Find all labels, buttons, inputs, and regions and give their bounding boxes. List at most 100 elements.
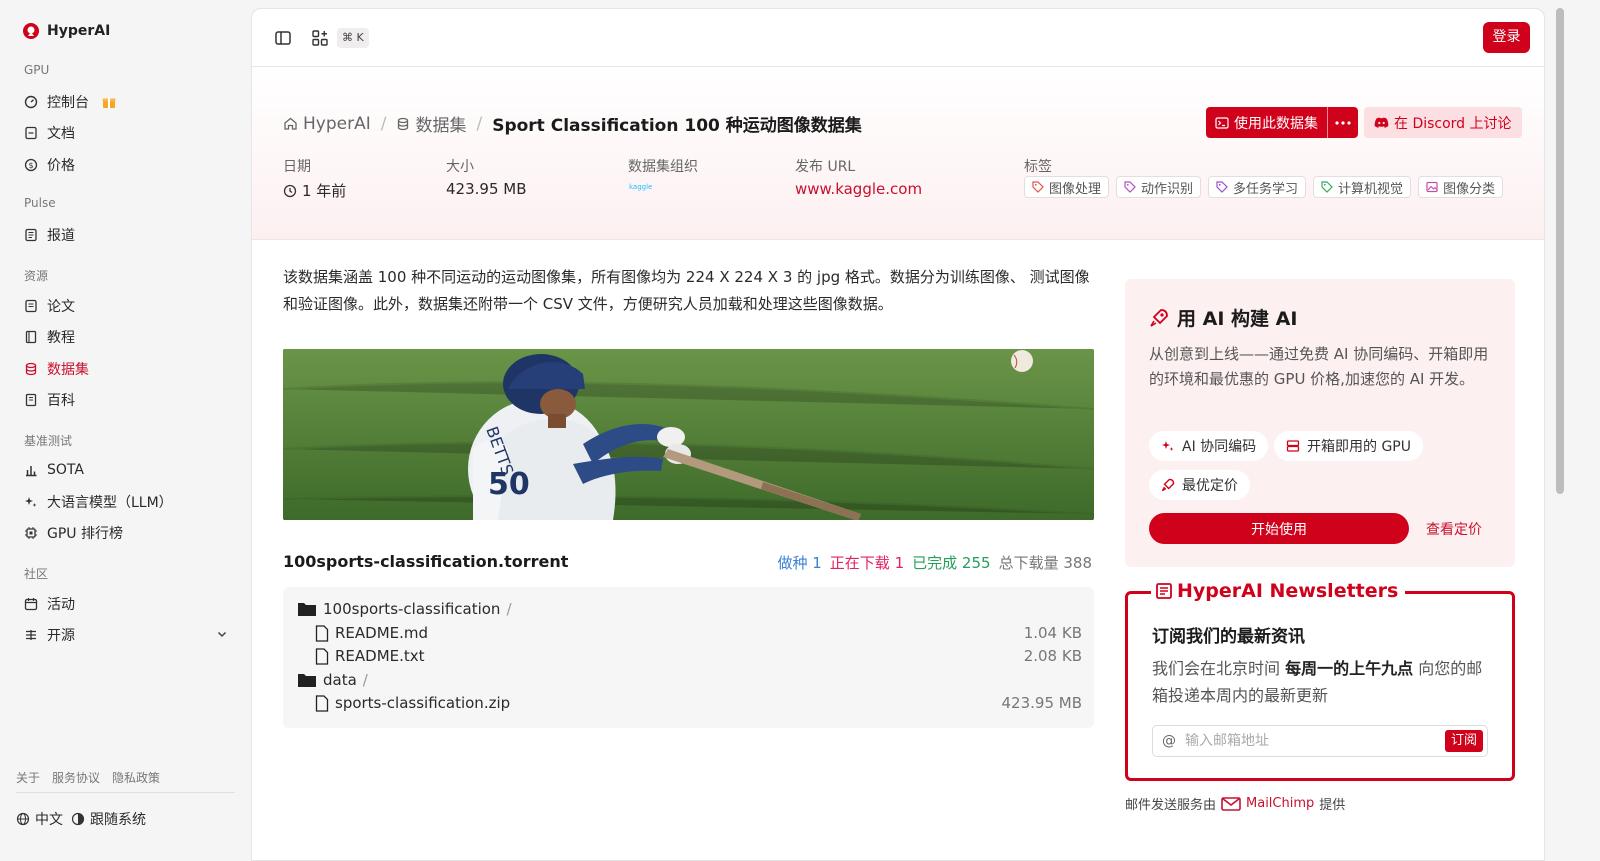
- folder-icon: [297, 672, 317, 688]
- sidebar-item-datasets[interactable]: 数据集: [24, 358, 234, 380]
- book-icon: [24, 330, 38, 344]
- scrollbar-thumb[interactable]: [1556, 8, 1564, 494]
- dollar-icon: $: [24, 158, 38, 172]
- desc-pre: 我们会在北京时间: [1152, 659, 1286, 678]
- theme-switcher[interactable]: 跟随系统: [71, 809, 146, 829]
- downloading-count: 1: [894, 554, 905, 572]
- privacy-link[interactable]: 隐私政策: [112, 769, 160, 786]
- breadcrumb-datasets[interactable]: 数据集: [396, 111, 466, 136]
- feature-pill-gpu[interactable]: 开箱即用的 GPU: [1274, 431, 1423, 461]
- sidebar-item-llm[interactable]: 大语言模型（LLM）: [24, 491, 234, 513]
- promo-description: 从创意到上线——通过免费 AI 协同编码、开箱即用的环境和最优惠的 GPU 价格…: [1149, 345, 1489, 388]
- at-icon: @: [1162, 733, 1176, 749]
- date-value: 1 年前: [283, 180, 346, 201]
- newspaper-icon: [1155, 582, 1173, 600]
- feature-pill-price[interactable]: 最优定价: [1149, 470, 1250, 500]
- sidebar-item-papers[interactable]: 论文: [24, 295, 234, 317]
- discord-button[interactable]: 在 Discord 上讨论: [1364, 107, 1522, 138]
- tag[interactable]: 图像处理: [1024, 176, 1110, 198]
- login-button[interactable]: 登录: [1483, 22, 1530, 53]
- sidebar-item-pricing[interactable]: $ 价格: [24, 154, 234, 176]
- sidebar-toggle-icon[interactable]: [274, 29, 292, 47]
- folder-row[interactable]: data /: [297, 671, 368, 689]
- file-row[interactable]: sports-classification.zip: [315, 694, 510, 712]
- start-button[interactable]: 开始使用: [1149, 513, 1409, 544]
- sidebar-item-wiki[interactable]: 百科: [24, 389, 234, 411]
- brand[interactable]: HyperAI: [22, 22, 110, 40]
- folder-name: 100sports-classification: [323, 600, 501, 618]
- tag[interactable]: 图像分类: [1418, 176, 1504, 198]
- theme-label: 跟随系统: [90, 812, 146, 828]
- calendar-icon: [24, 597, 38, 611]
- topbar: ⌘ K 登录: [252, 9, 1544, 67]
- subscribe-button[interactable]: 订阅: [1444, 730, 1483, 752]
- language-switcher[interactable]: 中文: [16, 809, 63, 829]
- file-row[interactable]: README.txt: [315, 647, 425, 665]
- sidebar-item-tutorials[interactable]: 教程: [24, 326, 234, 348]
- apps-grid-icon[interactable]: [311, 29, 329, 47]
- sidebar-item-gpu-rank[interactable]: GPU 排行榜: [24, 522, 234, 544]
- more-options-button[interactable]: [1327, 107, 1358, 138]
- sidebar-item-label: 报道: [47, 228, 75, 244]
- tag[interactable]: 计算机视觉: [1313, 176, 1412, 198]
- folder-name: data: [323, 671, 357, 689]
- sidebar-item-sota[interactable]: SOTA: [24, 459, 234, 481]
- terms-link[interactable]: 服务协议: [52, 769, 100, 786]
- seeding-label: 做种: [777, 554, 808, 572]
- about-link[interactable]: 关于: [16, 769, 40, 786]
- file-icon: [315, 624, 329, 642]
- kaggle-logo[interactable]: kaggle: [629, 183, 652, 191]
- source-url-link[interactable]: www.kaggle.com: [795, 180, 922, 198]
- sidebar-item-news[interactable]: 报道: [24, 224, 234, 246]
- view-pricing-link[interactable]: 查看定价: [1426, 519, 1482, 539]
- home-icon: [283, 116, 298, 131]
- folder-icon: [297, 601, 317, 617]
- sidebar-item-console[interactable]: 控制台: [24, 91, 234, 113]
- globe-icon: [16, 812, 30, 826]
- chevron-down-icon[interactable]: [216, 628, 228, 640]
- mailchimp-link[interactable]: MailChimp: [1246, 796, 1314, 811]
- tag[interactable]: 多任务学习: [1208, 176, 1307, 198]
- file-size: 423.95 MB: [1001, 694, 1083, 712]
- page-title: Sport Classification 100 种运动图像数据集: [492, 116, 862, 136]
- tag-list: 图像处理 动作识别 多任务学习 计算机视觉 图像分类: [1024, 176, 1504, 198]
- sparkles-icon: [1161, 439, 1175, 453]
- mail-icon: [1221, 796, 1241, 811]
- file-icon: [315, 647, 329, 665]
- desc-bold: 每周一的上午九点: [1285, 659, 1414, 678]
- sidebar-item-docs[interactable]: 文档: [24, 122, 234, 144]
- feature-pill-code[interactable]: AI 协同编码: [1149, 431, 1269, 461]
- database-icon: [396, 117, 410, 131]
- torrent-stats: 做种 1 正在下载 1 已完成 255 总下载量 388: [777, 552, 1092, 573]
- use-dataset-button[interactable]: 使用此数据集: [1206, 107, 1327, 138]
- downloading-label: 正在下载: [829, 554, 890, 572]
- rocket-icon: [1161, 478, 1175, 492]
- file-name: README.txt: [335, 647, 425, 665]
- sidebar-item-opensource[interactable]: 开源: [24, 624, 234, 646]
- email-input[interactable]: [1185, 733, 1435, 749]
- date-text: 1 年前: [302, 182, 347, 200]
- image-tag-icon: [1426, 181, 1438, 193]
- gift-icon: [102, 95, 116, 109]
- terminal-icon: [1215, 116, 1229, 130]
- sidebar-item-label: 开源: [47, 628, 75, 644]
- tag-label: 图像分类: [1443, 181, 1496, 197]
- section-label-resources: 资源: [24, 269, 49, 283]
- shortcut-hint[interactable]: ⌘ K: [337, 28, 369, 48]
- sidebar-item-label: SOTA: [47, 462, 84, 478]
- sidebar-item-events[interactable]: 活动: [24, 593, 234, 615]
- breadcrumb-home[interactable]: HyperAI: [283, 114, 371, 134]
- email-field: @ 订阅: [1152, 725, 1488, 757]
- list-icon: [24, 628, 38, 642]
- server-icon: [1286, 439, 1300, 453]
- dataset-cover-image: BETTS 50: [283, 349, 1094, 520]
- tags-label: 标签: [1024, 159, 1052, 175]
- database-icon: [24, 362, 38, 376]
- tag[interactable]: 动作识别: [1116, 176, 1202, 198]
- ellipsis-icon: [1335, 120, 1351, 125]
- main-panel: ⌘ K 登录 HyperAI / 数据集 / Sport Classificat…: [251, 8, 1545, 861]
- total-count: 388: [1063, 554, 1092, 572]
- document-icon: [24, 126, 38, 140]
- folder-row[interactable]: 100sports-classification /: [297, 600, 512, 618]
- file-row[interactable]: README.md: [315, 624, 428, 642]
